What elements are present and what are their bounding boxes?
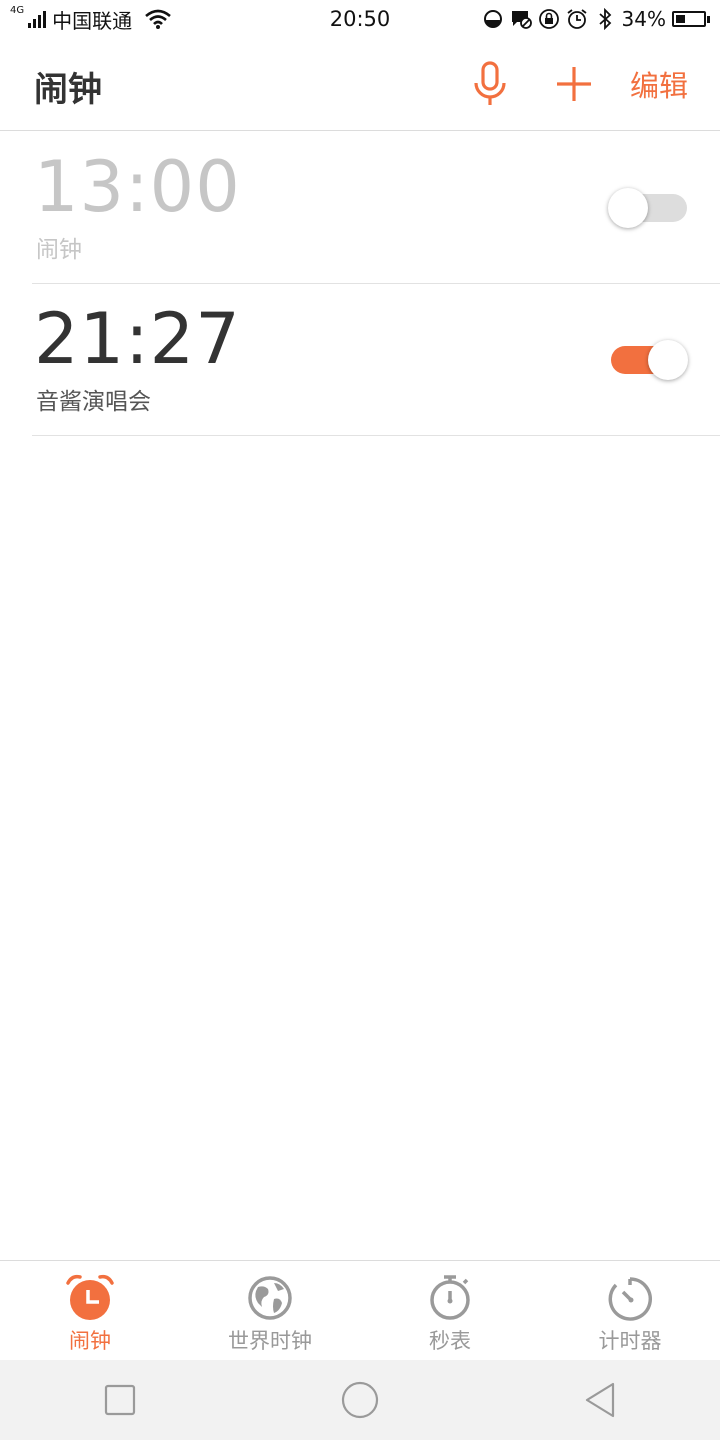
- app-header: 闹钟 编辑: [0, 38, 720, 131]
- page-title: 闹钟: [34, 70, 102, 110]
- plus-icon: [557, 67, 591, 101]
- tab-world-clock[interactable]: 世界时钟: [180, 1261, 360, 1360]
- alarm-time: 21:27: [34, 298, 241, 380]
- battery-icon: [672, 11, 710, 27]
- home-button[interactable]: [330, 1370, 390, 1430]
- tab-timer[interactable]: 计时器: [540, 1261, 720, 1360]
- alarm-clock-icon: [66, 1274, 114, 1320]
- alarm-item[interactable]: 21:27 音酱演唱会: [32, 284, 720, 436]
- voice-button[interactable]: [468, 58, 512, 110]
- status-bar: 4G 中国联通 20:50 34%: [0, 0, 720, 38]
- system-nav-bar: [0, 1360, 720, 1440]
- alarm-label: 音酱演唱会: [36, 389, 151, 415]
- bottom-tab-bar: 闹钟 世界时钟 秒表 计时器: [0, 1260, 720, 1360]
- tab-stopwatch[interactable]: 秒表: [360, 1261, 540, 1360]
- tab-label: 世界时钟: [228, 1329, 312, 1353]
- back-icon: [585, 1382, 615, 1418]
- back-button[interactable]: [570, 1370, 630, 1430]
- timer-icon: [608, 1277, 652, 1321]
- add-alarm-button[interactable]: [552, 58, 596, 110]
- recent-apps-button[interactable]: [90, 1370, 150, 1430]
- alarm-time: 13:00: [34, 146, 241, 228]
- alarm-label: 闹钟: [36, 237, 82, 263]
- screen: 4G 中国联通 20:50 34% 闹钟 编辑 13:00 闹钟 21:27 音…: [0, 0, 720, 1440]
- recent-apps-icon: [104, 1384, 136, 1416]
- home-icon: [341, 1381, 379, 1419]
- tab-label: 闹钟: [69, 1329, 111, 1353]
- alarm-toggle[interactable]: [608, 188, 688, 228]
- toggle-knob: [648, 340, 688, 380]
- alarm-item[interactable]: 13:00 闹钟: [32, 132, 720, 284]
- tab-label: 秒表: [429, 1329, 471, 1353]
- tab-label: 计时器: [598, 1329, 662, 1353]
- status-time: 20:50: [329, 7, 391, 31]
- stopwatch-icon: [430, 1275, 470, 1320]
- microphone-icon: [474, 61, 506, 105]
- tab-alarm[interactable]: 闹钟: [0, 1261, 180, 1360]
- toggle-knob: [608, 188, 648, 228]
- edit-button[interactable]: 编辑: [626, 58, 692, 110]
- alarm-toggle[interactable]: [608, 340, 688, 380]
- globe-icon: [248, 1276, 292, 1320]
